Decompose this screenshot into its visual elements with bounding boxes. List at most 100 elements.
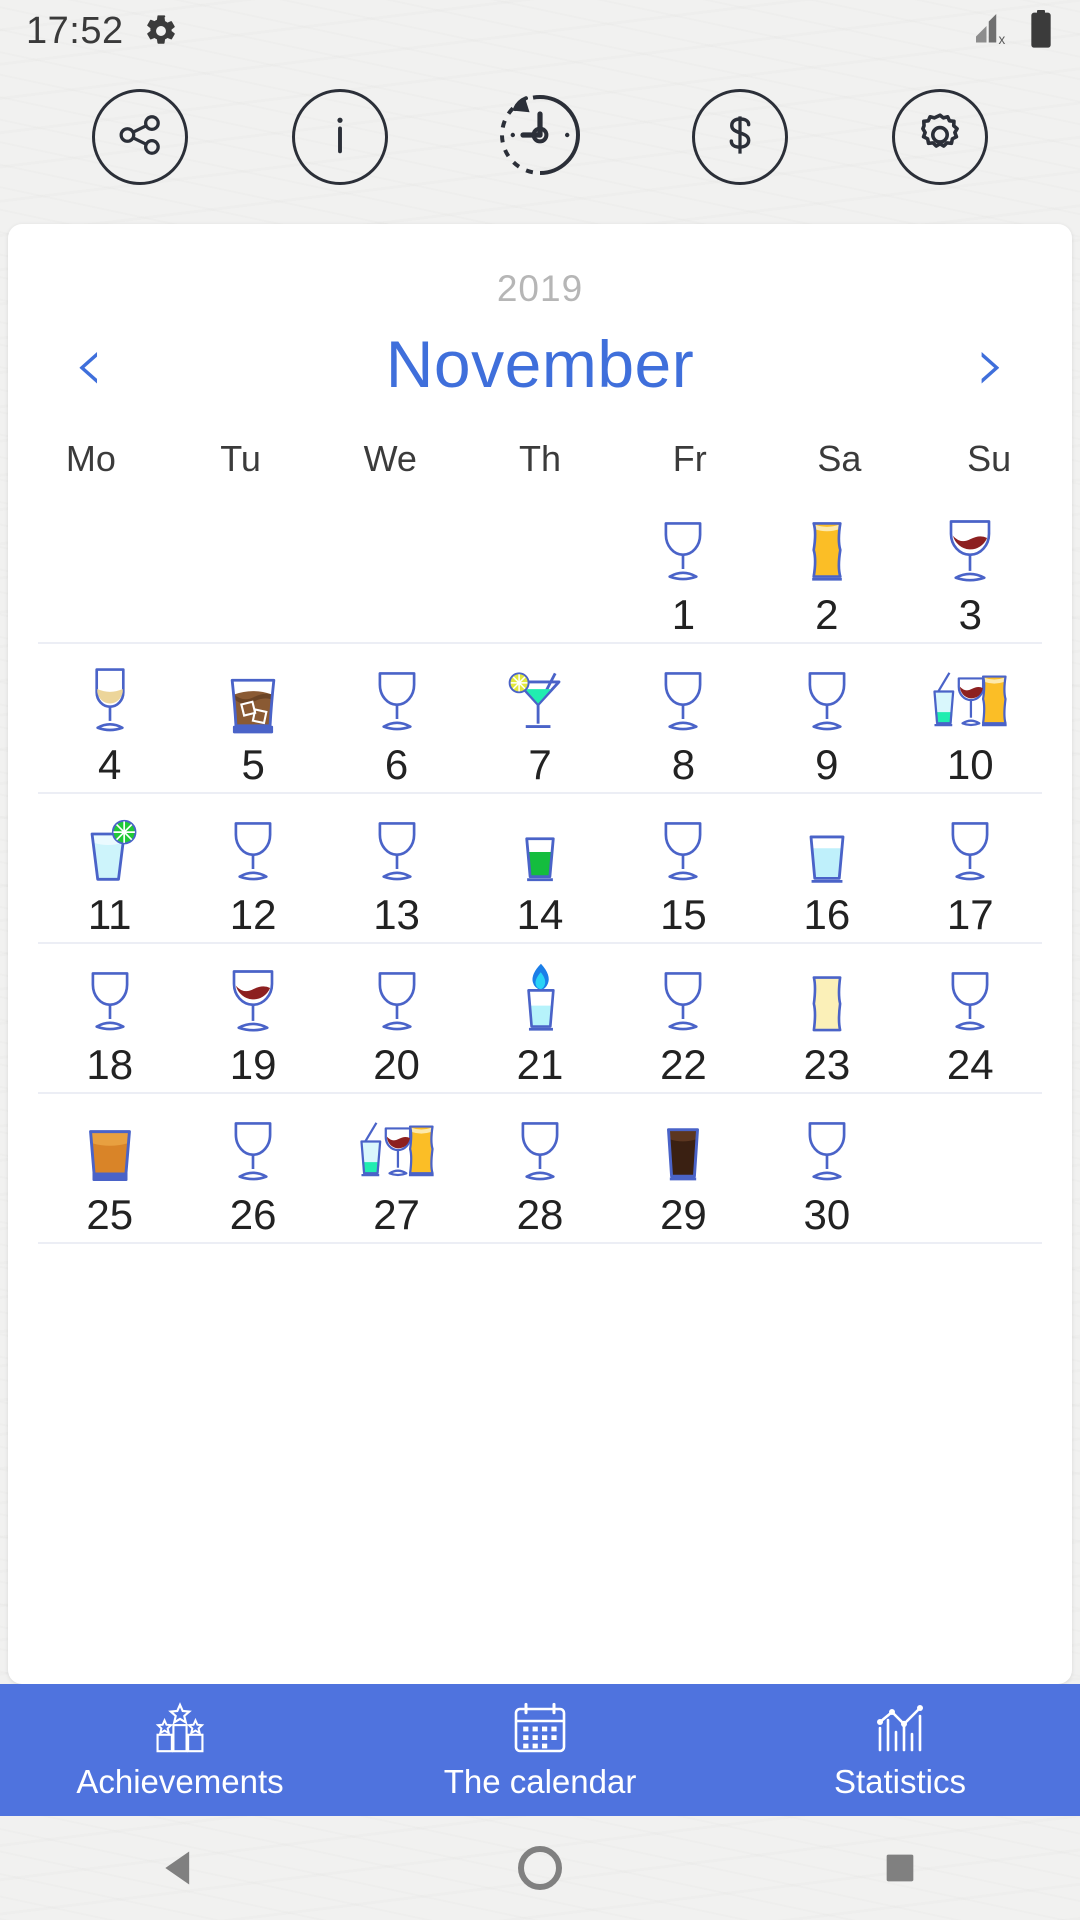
calendar-header: ‹ November ›	[8, 316, 1072, 412]
share-button[interactable]	[92, 89, 188, 185]
no-drink-icon	[181, 552, 324, 630]
weekday-label: Fr	[672, 438, 707, 479]
highball-lime-icon	[38, 810, 181, 888]
multi-drinks-icon	[325, 1110, 468, 1188]
nav-achievements[interactable]: Achievements	[0, 1684, 360, 1816]
calendar-grid: 1 2 3 4 5 6 7 8 9 10 11 12 13 14 15 16 17 18 19 20 21 22 23 24 2…	[8, 494, 1072, 1244]
calendar-day-number: 30	[803, 1191, 851, 1238]
snifter-empty-icon	[38, 960, 181, 1038]
calendar-day-cell[interactable]: 8	[612, 656, 755, 786]
prev-month-button[interactable]: ‹	[54, 326, 124, 402]
calendar-day-cell[interactable]: 29	[612, 1106, 755, 1236]
weekday-label: Su	[967, 438, 1012, 479]
system-recents-button[interactable]	[840, 1816, 960, 1920]
calendar-day-cell[interactable]: 10	[899, 656, 1042, 786]
calendar-day-number: 26	[229, 1191, 277, 1238]
calendar-week-row: 1 2 3	[38, 494, 1042, 644]
info-icon	[314, 109, 366, 166]
calendar-year: 2019	[496, 268, 584, 309]
signal-no-service-icon: x	[974, 11, 1014, 52]
weekday-label: We	[363, 438, 417, 479]
top-toolbar	[0, 62, 1080, 212]
calendar-day-cell[interactable]: 11	[38, 806, 181, 936]
calendar-day-number: 23	[803, 1041, 851, 1088]
calendar-day-cell[interactable]: 24	[899, 956, 1042, 1086]
snifter-empty-icon	[612, 810, 755, 888]
calendar-day-cell[interactable]: 14	[468, 806, 611, 936]
system-back-button[interactable]	[120, 1816, 240, 1920]
calendar-day-cell[interactable]: 5	[181, 656, 324, 786]
calendar-day-cell[interactable]: 21	[468, 956, 611, 1086]
calendar-day-cell[interactable]: 1	[612, 506, 755, 636]
calendar-day-cell[interactable]: 28	[468, 1106, 611, 1236]
calendar-day-cell[interactable]: 9	[755, 656, 898, 786]
calendar-day-cell[interactable]: 20	[325, 956, 468, 1086]
calendar-day-number: 14	[516, 891, 564, 938]
calendar-day-cell[interactable]: 30	[755, 1106, 898, 1236]
snifter-empty-icon	[325, 660, 468, 738]
calendar-day-cell[interactable]: 13	[325, 806, 468, 936]
calendar-day-number: 7	[528, 741, 552, 788]
next-month-button[interactable]: ›	[956, 326, 1026, 402]
multi-drinks-icon	[899, 660, 1042, 738]
wine-red-icon	[899, 510, 1042, 588]
calendar-day-cell[interactable]: 16	[755, 806, 898, 936]
calendar-day-cell[interactable]: 4	[38, 656, 181, 786]
calendar-card: 2019 ‹ November › Mo Tu We Th Fr Sa Su 1…	[8, 224, 1072, 1684]
calendar-day-number: 19	[229, 1041, 277, 1088]
calendar-day-cell[interactable]: 25	[38, 1106, 181, 1236]
no-drink-icon	[325, 552, 468, 630]
calendar-day-number: 2	[815, 591, 839, 638]
system-home-button[interactable]	[480, 1816, 600, 1920]
calendar-day-number: 12	[229, 891, 277, 938]
calendar-icon	[512, 1699, 568, 1757]
calendar-day-cell[interactable]: 27	[325, 1106, 468, 1236]
calendar-day-cell[interactable]: 26	[181, 1106, 324, 1236]
tumbler-orange-icon	[38, 1110, 181, 1188]
calendar-day-number: 10	[946, 741, 994, 788]
calendar-day-cell[interactable]: 15	[612, 806, 755, 936]
nav-calendar[interactable]: The calendar	[360, 1684, 720, 1816]
calendar-day-cell[interactable]: 22	[612, 956, 755, 1086]
snifter-empty-icon	[612, 960, 755, 1038]
reset-timer-button[interactable]	[492, 89, 588, 185]
weekday-label: Th	[518, 438, 561, 479]
snifter-empty-icon	[755, 1110, 898, 1188]
weekday-label: Sa	[817, 438, 862, 479]
nav-calendar-label: The calendar	[443, 1763, 637, 1800]
calendar-day-cell[interactable]: 12	[181, 806, 324, 936]
calendar-day-cell[interactable]: 7	[468, 656, 611, 786]
calendar-week-row: 18 19 20 21 22 23 24	[38, 944, 1042, 1094]
snifter-empty-icon	[181, 810, 324, 888]
calendar-day-number: 11	[87, 891, 132, 938]
calendar-day-cell[interactable]: 19	[181, 956, 324, 1086]
calendar-day-cell[interactable]: 23	[755, 956, 898, 1086]
calendar-day-cell[interactable]: 18	[38, 956, 181, 1086]
beer-amber-icon	[755, 510, 898, 588]
calendar-day-number: 21	[516, 1041, 564, 1088]
cocktail-green-icon	[468, 660, 611, 738]
snifter-empty-icon	[468, 1110, 611, 1188]
settings-button[interactable]	[892, 89, 988, 185]
calendar-day-cell[interactable]: 17	[899, 806, 1042, 936]
status-bar: 17:52 x	[0, 0, 1080, 62]
nav-achievements-label: Achievements	[76, 1763, 284, 1800]
calendar-day-empty	[181, 506, 324, 636]
calendar-day-number: 25	[86, 1191, 134, 1238]
wine-red-icon	[181, 960, 324, 1038]
calendar-week-row: 25 26 27 28 29 30	[38, 1094, 1042, 1244]
calendar-day-number: 17	[946, 891, 994, 938]
calendar-day-cell[interactable]: 6	[325, 656, 468, 786]
nav-statistics[interactable]: Statistics	[720, 1684, 1080, 1816]
calendar-day-number: 1	[671, 591, 696, 638]
shot-green-icon	[468, 810, 611, 888]
calendar-day-cell[interactable]: 2	[755, 506, 898, 636]
podium-trophy-icon	[151, 1699, 209, 1757]
calendar-day-cell[interactable]: 3	[899, 506, 1042, 636]
calendar-day-number: 9	[815, 741, 839, 788]
calendar-day-number: 18	[86, 1041, 134, 1088]
status-bar-clock: 17:52	[26, 9, 124, 52]
no-drink-icon	[38, 552, 181, 630]
info-button[interactable]	[292, 89, 388, 185]
price-button[interactable]	[692, 89, 788, 185]
